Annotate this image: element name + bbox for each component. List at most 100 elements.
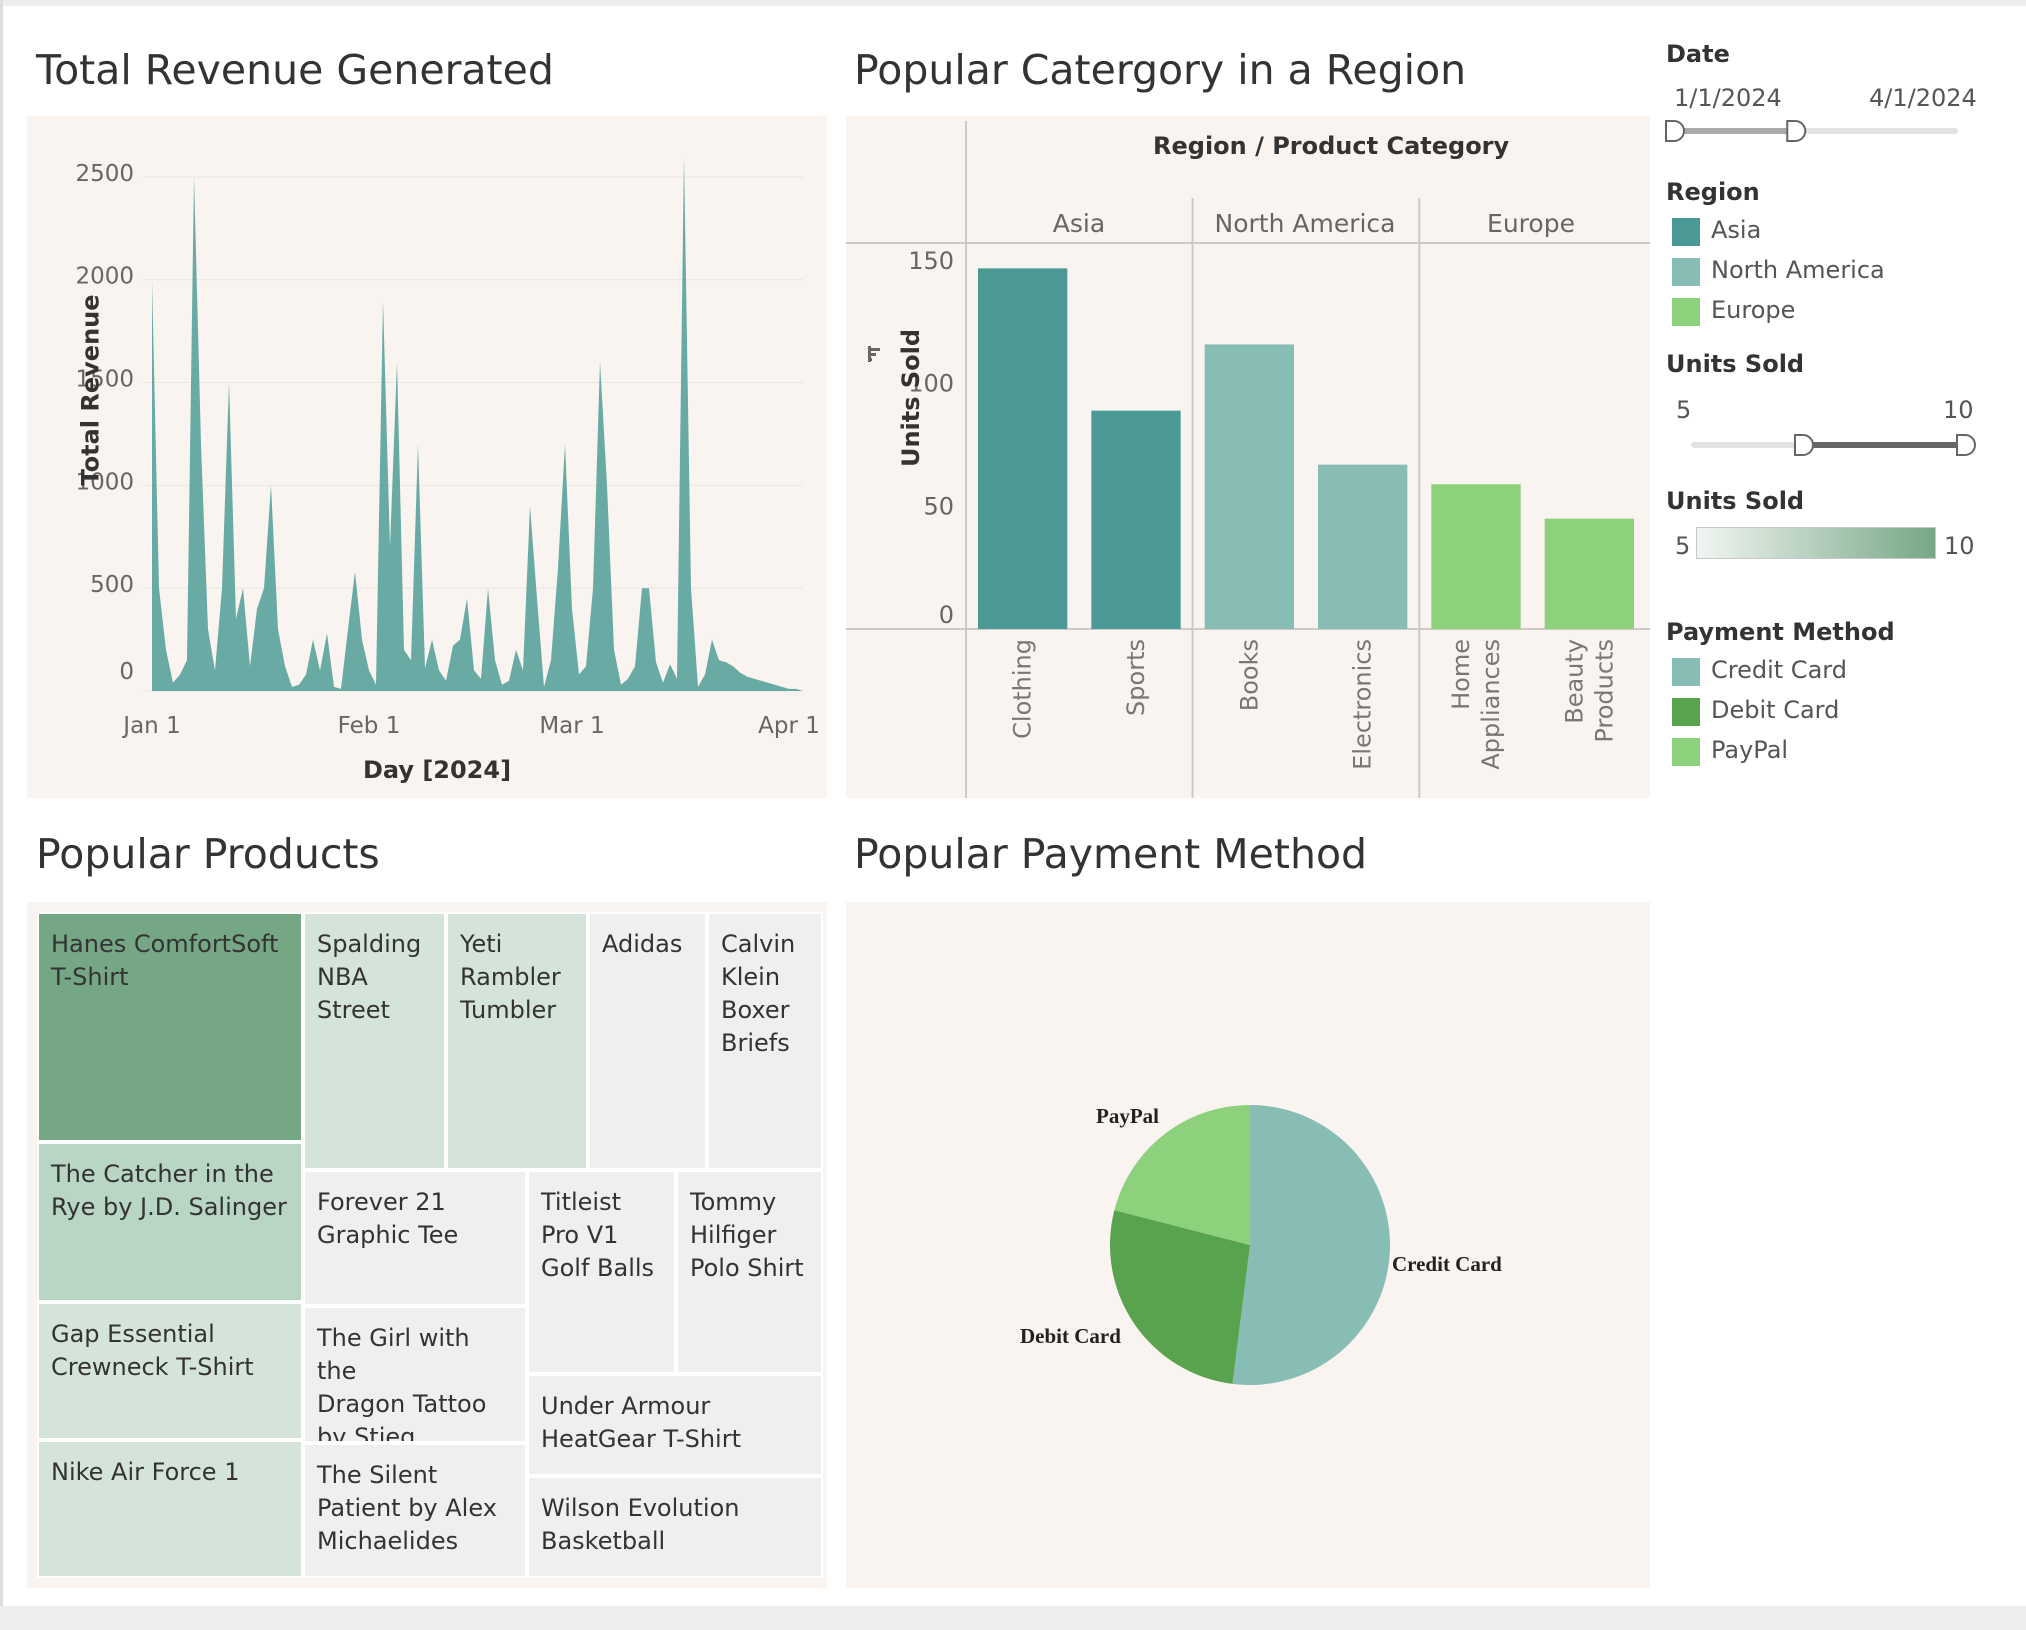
product-tile-label: Boxer [721, 996, 790, 1024]
revenue-y-tick: 500 [90, 572, 134, 598]
swatch-north-america [1672, 258, 1700, 286]
legend-item-credit-card[interactable]: Credit Card [1672, 656, 1932, 688]
legend-label-credit-card: Credit Card [1711, 656, 1847, 684]
units-sold-y-axis-title: Units Sold [897, 328, 926, 468]
product-tile-label: Gap Essential [51, 1320, 215, 1348]
bar-books[interactable] [1204, 344, 1294, 629]
revenue-x-axis-title: Day [2024] [362, 756, 512, 784]
product-tile-label: Hilfiger [690, 1221, 777, 1249]
category-label: Appliances [1477, 639, 1505, 770]
payment-pie-chart[interactable] [846, 902, 1650, 1588]
product-tile-label: HeatGear T-Shirt [541, 1425, 742, 1453]
bar-sports[interactable] [1091, 410, 1181, 629]
product-tile-label: Rye by J.D. Salinger [51, 1193, 287, 1221]
product-tile[interactable]: Spalding NBA Street [303, 912, 446, 1170]
slider-handle[interactable] [1665, 120, 1685, 142]
slider-handle[interactable] [1794, 434, 1814, 456]
product-tile[interactable]: Adidas [588, 912, 707, 1170]
product-tile-label: Crewneck T-Shirt [51, 1353, 254, 1381]
category-label: Products [1590, 639, 1618, 743]
product-tile[interactable]: The Catcher in the Rye by J.D. Salinger [37, 1142, 303, 1302]
product-tile[interactable]: Forever 21 Graphic Tee [303, 1170, 527, 1306]
sort-icon[interactable] [868, 346, 880, 362]
swatch-asia [1672, 218, 1700, 246]
revenue-title: Total Revenue Generated [36, 46, 554, 94]
bar-home-appliances[interactable] [1431, 484, 1521, 629]
units-color-min: 5 [1675, 532, 1691, 560]
units-color-legend-title: Units Sold [1666, 487, 1805, 515]
product-tile-label: Golf Balls [541, 1254, 655, 1282]
product-tile-label: Tommy [690, 1188, 777, 1216]
payment-title: Popular Payment Method [854, 830, 1368, 878]
product-tile[interactable]: Wilson Evolution Basketball [527, 1476, 823, 1578]
pie-label-paypal: PayPal [1096, 1104, 1159, 1128]
legend-item-europe[interactable]: Europe [1672, 296, 1932, 328]
product-tile-label: by Stieg Larsson [317, 1423, 416, 1443]
window-bottom-edge [0, 1606, 2026, 1630]
legend-item-asia[interactable]: Asia [1672, 216, 1932, 248]
category-label: Electronics [1349, 639, 1377, 770]
swatch-europe [1672, 298, 1700, 326]
product-tile-label: Basketball [541, 1527, 666, 1555]
product-tile-label: The Catcher in the [51, 1160, 274, 1188]
revenue-x-tick: Jan 1 [121, 713, 180, 739]
product-tile-label: Graphic Tee [317, 1221, 459, 1249]
product-tile-label: Tumbler [460, 996, 557, 1024]
revenue-panel: 2500 2000 1500 1000 500 0 Jan 1 Feb 1 Mar 1 Apr 1… [27, 116, 827, 798]
bar-electronics[interactable] [1318, 464, 1408, 629]
product-tile[interactable]: Under Armour HeatGear T-Shirt [527, 1374, 823, 1476]
product-tile-label: The Silent [317, 1461, 438, 1489]
slider-handle[interactable] [1956, 434, 1976, 456]
units-color-gradient [1696, 527, 1936, 559]
product-tile[interactable]: Tommy Hilfiger Polo Shirt [676, 1170, 823, 1374]
product-tile[interactable]: The Silent Patient by Alex Michaelides [303, 1443, 527, 1578]
revenue-y-tick: 0 [119, 659, 134, 685]
product-tile-label: Spalding [317, 930, 422, 958]
region-header-europe: Europe [1487, 209, 1575, 238]
pie-label-debit-card: Debit Card [1020, 1324, 1121, 1348]
product-tile-label: Hanes ComfortSoft [51, 930, 279, 958]
product-tile-label: Polo Shirt [690, 1254, 804, 1282]
product-tile[interactable]: Titleist Pro V1 Golf Balls [527, 1170, 676, 1374]
legend-item-debit-card[interactable]: Debit Card [1672, 696, 1932, 728]
revenue-x-tick: Feb 1 [338, 713, 401, 739]
product-tile[interactable]: Nike Air Force 1 [37, 1440, 303, 1578]
date-filter-end: 4/1/2024 [1869, 84, 1977, 112]
product-tile-label: Street [317, 996, 390, 1024]
legend-item-north-america[interactable]: North America [1672, 256, 1932, 288]
product-tile[interactable]: Hanes ComfortSoft T-Shirt [37, 912, 303, 1142]
product-tile-label: Forever 21 [317, 1188, 446, 1216]
swatch-debit-card [1672, 698, 1700, 726]
date-filter-title: Date [1666, 40, 1730, 68]
category-label: Home [1447, 639, 1475, 710]
region-legend-title: Region [1666, 178, 1760, 206]
slider-handle[interactable] [1786, 120, 1807, 142]
product-tile[interactable]: Calvin Klein Boxer Briefs [707, 912, 823, 1170]
units-y-tick: 0 [939, 601, 954, 629]
product-tile[interactable]: The Girl with the Dragon Tattoo by Stieg L… [303, 1306, 527, 1443]
swatch-paypal [1672, 738, 1700, 766]
bar-beauty-products[interactable] [1544, 518, 1634, 629]
products-title: Popular Products [36, 830, 380, 878]
legend-label-asia: Asia [1711, 216, 1762, 244]
legend-label-europe: Europe [1711, 296, 1796, 324]
product-tile-label: Nike Air Force 1 [51, 1458, 240, 1486]
legend-item-paypal[interactable]: PayPal [1672, 736, 1932, 768]
product-tile[interactable]: Yeti Rambler Tumbler [446, 912, 588, 1170]
revenue-area-chart[interactable]: 25002000150010005000Jan 1 Feb 1 Mar 1 Apr 1 [27, 116, 827, 798]
revenue-y-tick: 2000 [75, 264, 134, 290]
revenue-area[interactable] [152, 156, 803, 692]
category-label: Beauty [1560, 639, 1588, 724]
pie-slice-credit-card[interactable] [1232, 1105, 1390, 1385]
date-range-slider[interactable] [1665, 116, 1965, 146]
units-sold-range-slider[interactable] [1679, 430, 1979, 460]
legend-label-paypal: PayPal [1711, 736, 1789, 764]
product-tile-label: Titleist [541, 1188, 622, 1216]
bar-clothing[interactable] [978, 268, 1068, 629]
revenue-y-tick: 2500 [75, 161, 134, 187]
product-tile-label: Calvin [721, 930, 796, 958]
product-tile-label: Yeti [460, 930, 503, 958]
legend-label-debit-card: Debit Card [1711, 696, 1840, 724]
units-slider-title: Units Sold [1666, 350, 1805, 378]
product-tile[interactable]: Gap Essential Crewneck T-Shirt [37, 1302, 303, 1440]
